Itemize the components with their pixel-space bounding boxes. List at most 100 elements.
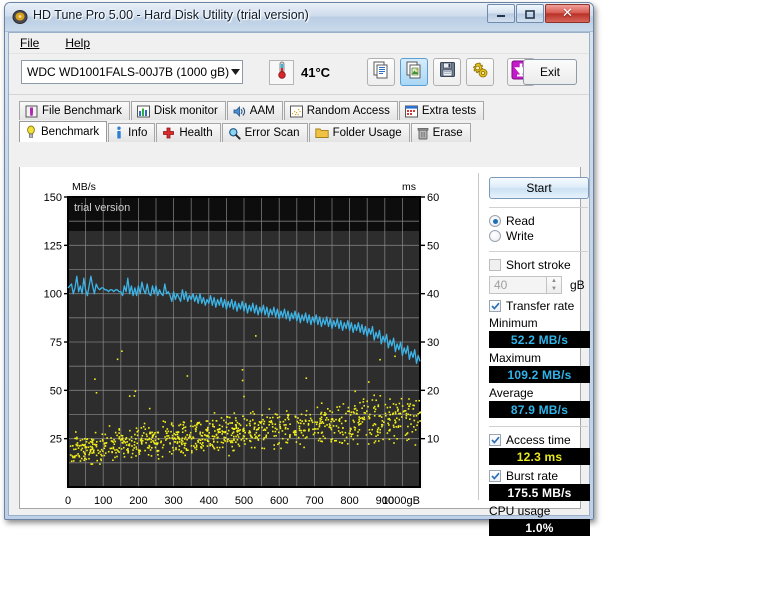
svg-text:20: 20 — [427, 385, 439, 397]
copy-text-button[interactable] — [367, 58, 395, 86]
checkbox-burst-rate[interactable]: Burst rate — [489, 469, 590, 483]
svg-text:200: 200 — [129, 495, 147, 507]
chart-svg: trial version MB/s ms 255075100125150 10… — [44, 181, 440, 507]
spinner-down-icon[interactable]: ▼ — [547, 285, 561, 293]
burst-rate-value: 175.5 MB/s — [489, 484, 590, 501]
tab-erase-label: Erase — [432, 127, 463, 139]
checkbox-transfer-rate-icon — [489, 300, 501, 312]
tab-random-access[interactable]: Random Access — [283, 101, 398, 120]
tab-extra-tests[interactable]: Extra tests — [398, 101, 485, 120]
chevron-down-icon — [229, 61, 242, 83]
close-button[interactable]: ✕ — [545, 4, 590, 23]
y-axis-ticks: 25 50 75 100 125 150 — [44, 192, 68, 446]
tab-error-scan-label: Error Scan — [244, 127, 300, 139]
menu-help[interactable]: Help — [62, 35, 93, 51]
tab-folder-usage[interactable]: Folder Usage — [308, 123, 410, 142]
short-stroke-size-input[interactable]: 40 — [489, 276, 547, 294]
tab-health-label: Health — [179, 127, 213, 139]
floppy-disk-icon — [439, 61, 456, 83]
svg-text:300: 300 — [164, 495, 182, 507]
scatter-icon — [289, 105, 303, 118]
short-stroke-size-stepper[interactable]: 40 ▲ ▼ gB — [489, 276, 590, 294]
checkbox-short-stroke-label: Short stroke — [506, 258, 571, 272]
divider — [489, 207, 588, 208]
tab-erase[interactable]: Erase — [410, 123, 471, 142]
exit-button[interactable]: Exit — [523, 59, 577, 85]
minimize-button[interactable] — [487, 4, 515, 23]
tab-disk-monitor[interactable]: Disk monitor — [130, 101, 226, 120]
average-value: 87.9 MB/s — [489, 401, 590, 418]
menu-file[interactable]: File — [17, 35, 42, 51]
exit-button-label: Exit — [539, 65, 560, 79]
radio-write-icon — [489, 230, 501, 242]
chart-watermark: trial version — [74, 202, 130, 214]
checkbox-burst-rate-label: Burst rate — [506, 469, 559, 483]
tab-aam[interactable]: AAM — [226, 101, 283, 120]
tab-extra-tests-label: Extra tests — [421, 105, 477, 117]
svg-text:400: 400 — [200, 495, 218, 507]
save-button[interactable] — [433, 58, 461, 86]
svg-text:50: 50 — [50, 385, 62, 397]
magnifier-icon — [228, 127, 241, 140]
menu-file-label: File — [20, 36, 40, 50]
maximize-button[interactable] — [516, 4, 544, 23]
short-stroke-spinner-buttons[interactable]: ▲ ▼ — [547, 276, 562, 294]
y2-axis-ticks: 10 20 30 40 50 60 — [420, 192, 439, 446]
benchmark-options-panel: Start Read Write Short stroke 40 ▲ ▼ gB … — [478, 173, 590, 536]
start-button-label: Start — [526, 181, 552, 195]
settings-button[interactable] — [466, 58, 494, 86]
access-time-value: 12.3 ms — [489, 448, 590, 465]
tab-folder-usage-label: Folder Usage — [332, 127, 402, 139]
radio-write[interactable]: Write — [489, 229, 590, 243]
svg-text:50: 50 — [427, 240, 439, 252]
cpu-usage-value: 1.0% — [489, 519, 590, 536]
benchmark-chart: trial version MB/s ms 25 50 75 100 125 150 10… — [28, 175, 468, 535]
temperature-indicator — [269, 60, 294, 85]
radio-write-label: Write — [506, 229, 534, 243]
svg-text:75: 75 — [50, 337, 62, 349]
health-cross-icon — [162, 127, 175, 140]
svg-text:150: 150 — [44, 192, 62, 204]
radio-read[interactable]: Read — [489, 214, 590, 228]
benchmark-panel: trial version MB/s ms 25 50 75 100 125 150 10… — [19, 167, 590, 536]
svg-text:0: 0 — [65, 495, 71, 507]
tab-error-scan[interactable]: Error Scan — [221, 123, 308, 142]
tab-benchmark-label: Benchmark — [41, 126, 100, 138]
tab-benchmark[interactable]: Benchmark — [19, 121, 108, 142]
tab-info-label: Info — [128, 127, 148, 139]
x-axis-ticks: 0 100 200 300 400 500 600 700 800 9001000gB — [65, 495, 420, 507]
title-bar: HD Tune Pro 5.00 - Hard Disk Utility (tr… — [5, 3, 593, 32]
divider — [489, 426, 588, 427]
window-controls: ✕ — [486, 4, 590, 23]
svg-text:600: 600 — [270, 495, 288, 507]
checkbox-short-stroke[interactable]: Short stroke — [489, 258, 590, 272]
tab-info[interactable]: Info — [108, 123, 156, 142]
svg-text:1000gB: 1000gB — [382, 495, 420, 507]
checkbox-access-time-icon — [489, 434, 501, 446]
checkbox-burst-rate-icon — [489, 470, 501, 482]
checkbox-access-time-label: Access time — [506, 433, 571, 447]
short-stroke-unit-label: gB — [570, 278, 585, 292]
cpu-usage-label: CPU usage — [489, 504, 551, 518]
start-button[interactable]: Start — [489, 177, 589, 199]
copy-image-icon — [405, 61, 423, 84]
checkbox-transfer-rate[interactable]: Transfer rate — [489, 299, 590, 313]
tab-file-benchmark[interactable]: File Benchmark — [19, 101, 130, 120]
svg-text:100: 100 — [94, 495, 112, 507]
spinner-up-icon[interactable]: ▲ — [547, 277, 561, 285]
bar-chart-icon — [136, 105, 150, 118]
hdtune-icon — [12, 9, 28, 25]
checkbox-access-time[interactable]: Access time — [489, 433, 590, 447]
svg-text:700: 700 — [305, 495, 323, 507]
toolbar: WDC WD1001FALS-00J7B (1000 gB) 41°C Exit — [9, 54, 589, 95]
device-select[interactable]: WDC WD1001FALS-00J7B (1000 gB) — [21, 60, 243, 84]
window-title: HD Tune Pro 5.00 - Hard Disk Utility (tr… — [33, 8, 309, 22]
maximum-value: 109.2 MB/s — [489, 366, 590, 383]
radio-read-label: Read — [506, 214, 535, 228]
copy-image-button[interactable] — [400, 58, 428, 86]
tab-health[interactable]: Health — [156, 123, 221, 142]
bulb-icon — [25, 125, 37, 139]
checkbox-short-stroke-icon — [489, 259, 501, 271]
copy-text-icon — [372, 61, 390, 84]
minimum-value: 52.2 MB/s — [489, 331, 590, 348]
